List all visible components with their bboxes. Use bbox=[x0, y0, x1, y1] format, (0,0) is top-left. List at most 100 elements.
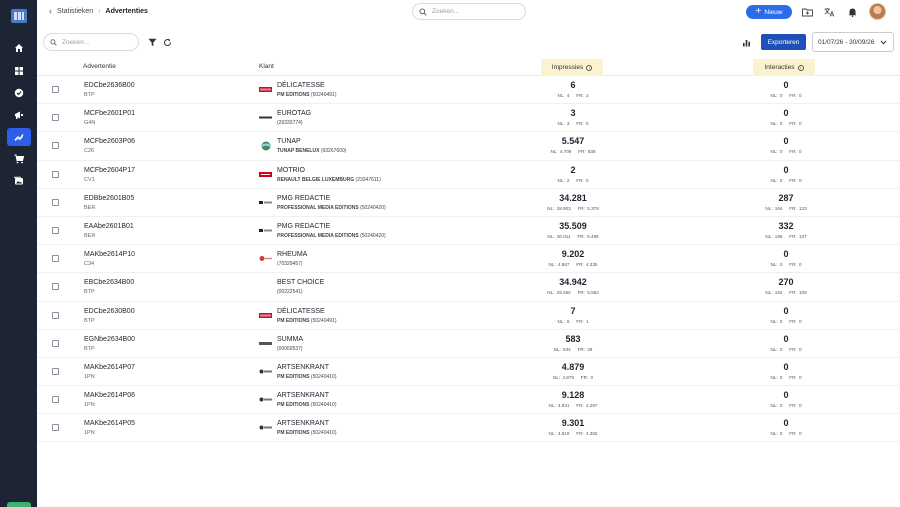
ad-code[interactable]: MAKbe2614P10 bbox=[84, 251, 135, 258]
ad-code[interactable]: EBCbe2634B00 bbox=[84, 279, 134, 286]
new-button[interactable]: + Nieuw bbox=[746, 5, 792, 19]
table-row[interactable]: EDCbe2630B00 BTP DÉLICATESSE PM EDITIONS… bbox=[37, 302, 900, 330]
row-checkbox[interactable] bbox=[52, 255, 59, 263]
ad-code[interactable]: MCFbe2604P17 bbox=[84, 167, 135, 174]
impressions-total: 35.509 bbox=[559, 220, 587, 231]
row-checkbox[interactable] bbox=[52, 283, 59, 291]
ad-code[interactable]: MCFbe2601P01 bbox=[84, 110, 135, 117]
table-search-input[interactable]: Zoeken... bbox=[43, 33, 139, 51]
sidebar-item-media[interactable] bbox=[7, 172, 31, 190]
table-row[interactable]: EAAbe2601B01 BER PMG REDACTIE PROFESSION… bbox=[37, 217, 900, 246]
column-header-client[interactable]: Klant bbox=[259, 63, 274, 70]
ad-code[interactable]: EDCbe2636B00 bbox=[84, 82, 135, 89]
interactions-nl: NL: 0 bbox=[770, 374, 783, 380]
breadcrumb-parent[interactable]: Statistieken bbox=[57, 8, 93, 15]
ad-code[interactable]: EDBbe2601B05 bbox=[84, 195, 134, 202]
interactions-breakdown: NL: 0 FR: 0 bbox=[736, 178, 836, 183]
interactions-fr: FR: 0 bbox=[789, 431, 802, 437]
ad-code[interactable]: MCFbe2603P06 bbox=[84, 138, 135, 145]
row-checkbox[interactable] bbox=[52, 198, 59, 206]
impressions-fr: FR: 838 bbox=[578, 149, 596, 155]
impressions-breakdown: NL: 30.011 FR: 5.498 bbox=[523, 234, 623, 239]
column-header-ad[interactable]: Advertentie bbox=[83, 63, 116, 70]
ad-code[interactable]: MAKbe2614P05 bbox=[84, 420, 135, 427]
table-row[interactable]: EGNbe2634B00 BTP SUMMA (00069537) 583 NL… bbox=[37, 330, 900, 358]
sidebar-item-campaigns[interactable] bbox=[7, 106, 31, 124]
row-checkbox[interactable] bbox=[52, 424, 59, 432]
grid-icon bbox=[15, 67, 23, 75]
row-checkbox[interactable] bbox=[52, 339, 59, 347]
rheuma-logo bbox=[259, 254, 272, 263]
client-company: PM EDITIONS bbox=[277, 92, 310, 98]
sidebar-bottom-button[interactable] bbox=[7, 502, 31, 507]
ad-code[interactable]: EDCbe2630B00 bbox=[84, 308, 135, 315]
translate-icon[interactable] bbox=[823, 6, 835, 18]
sidebar-item-approvals[interactable] bbox=[7, 84, 31, 102]
bar-chart-icon[interactable] bbox=[741, 37, 751, 47]
interactions-total: 0 bbox=[783, 164, 789, 175]
table-row[interactable]: MCFbe2601P01 G4N EUROTAG (26333774) 3 NL… bbox=[37, 104, 900, 133]
ad-code[interactable]: EAAbe2601B01 bbox=[84, 223, 134, 230]
ad-code[interactable]: MAKbe2614P06 bbox=[84, 392, 135, 399]
table-row[interactable]: MAKbe2614P05 1PN ARTSENKRANT PM EDITIONS… bbox=[37, 414, 900, 443]
row-checkbox[interactable] bbox=[52, 86, 59, 93]
refresh-icon[interactable] bbox=[162, 37, 172, 47]
cart-icon bbox=[14, 154, 24, 164]
interactions-breakdown: NL: 0 FR: 0 bbox=[736, 262, 836, 267]
info-icon[interactable]: i bbox=[586, 64, 593, 71]
interactions-fr: FR: 0 bbox=[789, 403, 802, 409]
table-row[interactable]: MAKbe2614P06 1PN ARTSENKRANT PM EDITIONS… bbox=[37, 386, 900, 415]
interactions-breakdown: NL: 0 FR: 0 bbox=[736, 319, 836, 324]
row-checkbox[interactable] bbox=[52, 142, 59, 150]
row-checkbox[interactable] bbox=[52, 396, 59, 404]
ad-subcode: BTP bbox=[84, 317, 95, 324]
table-row[interactable]: MCFbe2603P06 C26 TUNAP TUNAP BENELUX (93… bbox=[37, 132, 900, 161]
info-icon[interactable]: i bbox=[797, 64, 804, 71]
folder-add-icon[interactable] bbox=[801, 6, 813, 18]
ad-code[interactable]: EGNbe2634B00 bbox=[84, 336, 135, 343]
table-row[interactable]: MAKbe2614P10 C34 RHEUMA (70329457) 9.202… bbox=[37, 245, 900, 274]
ad-code[interactable]: MAKbe2614P07 bbox=[84, 364, 135, 371]
client-subtitle: PM EDITIONS (50240410) bbox=[277, 374, 336, 380]
table-toolbar: Zoeken... Exporteren 01/07/26 - 30/09/26 bbox=[37, 28, 900, 56]
table-row[interactable]: MCFbe2604P17 CV1 MOTRIO RENAULT BELGIE L… bbox=[37, 161, 900, 189]
sidebar-item-statistics[interactable] bbox=[7, 128, 31, 146]
client-name: ARTSENKRANT bbox=[277, 392, 329, 400]
app-logo-icon[interactable] bbox=[11, 9, 27, 23]
row-checkbox[interactable] bbox=[52, 311, 59, 319]
sidebar-item-shop[interactable] bbox=[7, 150, 31, 168]
sidebar-item-dashboard[interactable] bbox=[7, 62, 31, 80]
interactions-fr: FR: 0 bbox=[789, 93, 802, 98]
column-header-interactions[interactable]: Interacties i bbox=[753, 59, 815, 76]
impressions-nl: NL: 4.919 bbox=[548, 431, 570, 437]
row-checkbox[interactable] bbox=[52, 170, 59, 178]
search-icon bbox=[50, 38, 57, 46]
interactions-total: 0 bbox=[783, 136, 789, 147]
row-checkbox[interactable] bbox=[52, 226, 59, 234]
interactions-nl: NL: 0 bbox=[770, 177, 783, 183]
table-row[interactable]: EDBbe2601B05 BER PMG REDACTIE PROFESSION… bbox=[37, 189, 900, 217]
user-avatar[interactable] bbox=[869, 3, 886, 20]
client-id: (50240420) bbox=[360, 232, 386, 239]
client-name: SUMMA bbox=[277, 335, 304, 343]
table-row[interactable]: EDCbe2636B00 BTP DÉLICATESSE PM EDITIONS… bbox=[37, 76, 900, 105]
impressions-breakdown: NL: 4.919 FR: 4.382 bbox=[523, 431, 623, 436]
bell-icon[interactable] bbox=[846, 6, 858, 18]
column-header-impressions[interactable]: Impressies i bbox=[541, 59, 603, 76]
sidebar-item-home[interactable] bbox=[7, 39, 31, 57]
interactions-breakdown: NL: 0 FR: 0 bbox=[736, 431, 836, 436]
impressions-nl: NL: 2 bbox=[557, 177, 570, 183]
table-row[interactable]: EBCbe2634B00 BTP BEST CHOICE (00222541) … bbox=[37, 273, 900, 302]
date-range-select[interactable]: 01/07/26 - 30/09/26 bbox=[812, 32, 894, 52]
interactions-total: 332 bbox=[778, 220, 794, 231]
filter-icon[interactable] bbox=[147, 37, 157, 47]
global-search-input[interactable]: Zoeken... bbox=[412, 3, 526, 20]
global-search-placeholder: Zoeken... bbox=[432, 8, 460, 15]
row-checkbox[interactable] bbox=[52, 114, 59, 122]
interactions-fr: FR: 108 bbox=[789, 290, 807, 296]
table-row[interactable]: MAKbe2614P07 1PN ARTSENKRANT PM EDITIONS… bbox=[37, 358, 900, 387]
column-header-impressions-label: Impressies bbox=[551, 64, 584, 71]
back-chevron-icon[interactable]: ‹ bbox=[49, 6, 52, 16]
row-checkbox[interactable] bbox=[52, 367, 59, 375]
export-button[interactable]: Exporteren bbox=[761, 34, 806, 50]
